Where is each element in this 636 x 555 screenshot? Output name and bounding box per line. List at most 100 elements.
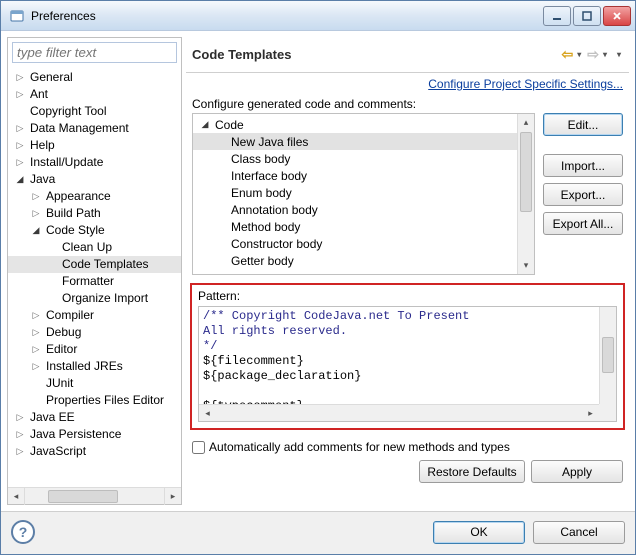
scroll-up-icon[interactable]: ▴ (518, 114, 534, 131)
template-buttons: Edit... Import... Export... Export All..… (543, 113, 623, 275)
pattern-h-scrollbar[interactable]: ◂ ▸ (199, 404, 599, 421)
minimize-button[interactable] (543, 6, 571, 26)
tree-item-label: JUnit (44, 375, 73, 392)
window-title: Preferences (31, 9, 541, 23)
apply-button[interactable]: Apply (531, 460, 623, 483)
template-item[interactable]: Method body (193, 218, 517, 235)
tree-item-label: Debug (44, 324, 81, 341)
template-tree[interactable]: ◢Code New Java filesClass body Interface b… (192, 113, 535, 275)
tree-item-label: Organize Import (60, 290, 148, 307)
content-header: Code Templates ⇦ ▾ ⇨ ▾ ▾ (186, 37, 629, 73)
scroll-corner (599, 404, 616, 421)
tree-item-label: JavaScript (28, 443, 86, 460)
template-item[interactable]: Class body (193, 150, 517, 167)
tree-item-label: Help (28, 137, 55, 154)
tree-item[interactable]: ▷Java Persistence (8, 426, 181, 443)
tree-item[interactable]: JUnit (8, 375, 181, 392)
tree-item[interactable]: ▷Help (8, 137, 181, 154)
app-icon (9, 8, 25, 24)
tree-item[interactable]: ▷Ant (8, 86, 181, 103)
template-item[interactable]: ◢Code (193, 116, 517, 133)
tree-item[interactable]: ▷Build Path (8, 205, 181, 222)
filter-input[interactable] (12, 42, 177, 63)
tree-h-scrollbar[interactable]: ◂ ▸ (8, 487, 181, 504)
back-icon[interactable]: ⇦ (559, 46, 575, 63)
export-button[interactable]: Export... (543, 183, 623, 206)
tree-item-label: Appearance (44, 188, 111, 205)
scroll-thumb[interactable] (520, 132, 532, 212)
tree-item-label: Install/Update (28, 154, 103, 171)
scroll-thumb[interactable] (48, 490, 118, 503)
tree-item[interactable]: ◢Java (8, 171, 181, 188)
scroll-left-icon[interactable]: ◂ (8, 488, 25, 505)
template-item[interactable]: Getter body (193, 252, 517, 269)
import-button[interactable]: Import... (543, 154, 623, 177)
page-title: Code Templates (192, 47, 559, 62)
template-item[interactable]: New Java files (193, 133, 517, 150)
tree-item-label: Build Path (44, 205, 101, 222)
tree-item[interactable]: Clean Up (8, 239, 181, 256)
category-tree[interactable]: ▷General▷AntCopyright Tool▷Data Manageme… (8, 67, 181, 487)
tree-item[interactable]: ▷Data Management (8, 120, 181, 137)
preferences-window: Preferences ▷General▷AntCopyright Tool▷D… (0, 0, 636, 555)
tree-item[interactable]: ▷Appearance (8, 188, 181, 205)
template-item-label: Getter body (229, 254, 294, 268)
configure-label: Configure generated code and comments: (186, 93, 629, 113)
view-menu-icon[interactable]: ▾ (615, 50, 623, 59)
titlebar: Preferences (1, 1, 635, 31)
template-item-label: New Java files (229, 135, 308, 149)
ok-button[interactable]: OK (433, 521, 525, 544)
template-item-label: Constructor body (229, 237, 322, 251)
tree-item-label: General (28, 69, 73, 86)
close-button[interactable] (603, 6, 631, 26)
pattern-v-scrollbar[interactable] (599, 307, 616, 404)
tree-item[interactable]: Code Templates (8, 256, 181, 273)
auto-comments-label: Automatically add comments for new metho… (209, 440, 510, 454)
scroll-left-icon[interactable]: ◂ (199, 405, 216, 422)
project-settings-link[interactable]: Configure Project Specific Settings... (428, 77, 623, 91)
tree-item[interactable]: ▷Install/Update (8, 154, 181, 171)
tree-item[interactable]: ▷Java EE (8, 409, 181, 426)
template-item-label: Annotation body (229, 203, 318, 217)
tree-item-label: Copyright Tool (28, 103, 107, 120)
tree-item-label: Formatter (60, 273, 114, 290)
pattern-section: Pattern: /** Copyright CodeJava.net To P… (190, 283, 625, 430)
tree-item[interactable]: Formatter (8, 273, 181, 290)
forward-menu-icon[interactable]: ▾ (601, 50, 609, 59)
left-pane: ▷General▷AntCopyright Tool▷Data Manageme… (7, 37, 182, 505)
pattern-textarea[interactable]: /** Copyright CodeJava.net To Present Al… (198, 306, 617, 422)
auto-comments-checkbox[interactable] (192, 441, 205, 454)
scroll-thumb[interactable] (602, 337, 614, 373)
tree-item[interactable]: ▷Compiler (8, 307, 181, 324)
restore-defaults-button[interactable]: Restore Defaults (419, 460, 525, 483)
tree-item[interactable]: Copyright Tool (8, 103, 181, 120)
template-item[interactable]: Interface body (193, 167, 517, 184)
tree-item[interactable]: ▷Debug (8, 324, 181, 341)
scroll-right-icon[interactable]: ▸ (582, 405, 599, 422)
scroll-down-icon[interactable]: ▾ (518, 257, 534, 274)
edit-button[interactable]: Edit... (543, 113, 623, 136)
export-all-button[interactable]: Export All... (543, 212, 623, 235)
forward-icon[interactable]: ⇨ (585, 46, 601, 63)
tree-item[interactable]: Properties Files Editor (8, 392, 181, 409)
template-item-label: Interface body (229, 169, 307, 183)
tree-item-label: Java EE (28, 409, 75, 426)
template-item[interactable]: Enum body (193, 184, 517, 201)
tree-item[interactable]: ◢Code Style (8, 222, 181, 239)
maximize-button[interactable] (573, 6, 601, 26)
help-icon[interactable]: ? (11, 520, 35, 544)
template-item-label: Method body (229, 220, 300, 234)
tree-item[interactable]: ▷JavaScript (8, 443, 181, 460)
tree-item[interactable]: ▷General (8, 69, 181, 86)
tree-item[interactable]: ▷Editor (8, 341, 181, 358)
back-menu-icon[interactable]: ▾ (575, 50, 583, 59)
tree-item-label: Ant (28, 86, 48, 103)
template-v-scrollbar[interactable]: ▴ ▾ (517, 114, 534, 274)
tree-item[interactable]: ▷Installed JREs (8, 358, 181, 375)
template-item[interactable]: Constructor body (193, 235, 517, 252)
cancel-button[interactable]: Cancel (533, 521, 625, 544)
scroll-right-icon[interactable]: ▸ (164, 488, 181, 505)
tree-item[interactable]: Organize Import (8, 290, 181, 307)
template-item[interactable]: Annotation body (193, 201, 517, 218)
window-controls (541, 6, 631, 26)
